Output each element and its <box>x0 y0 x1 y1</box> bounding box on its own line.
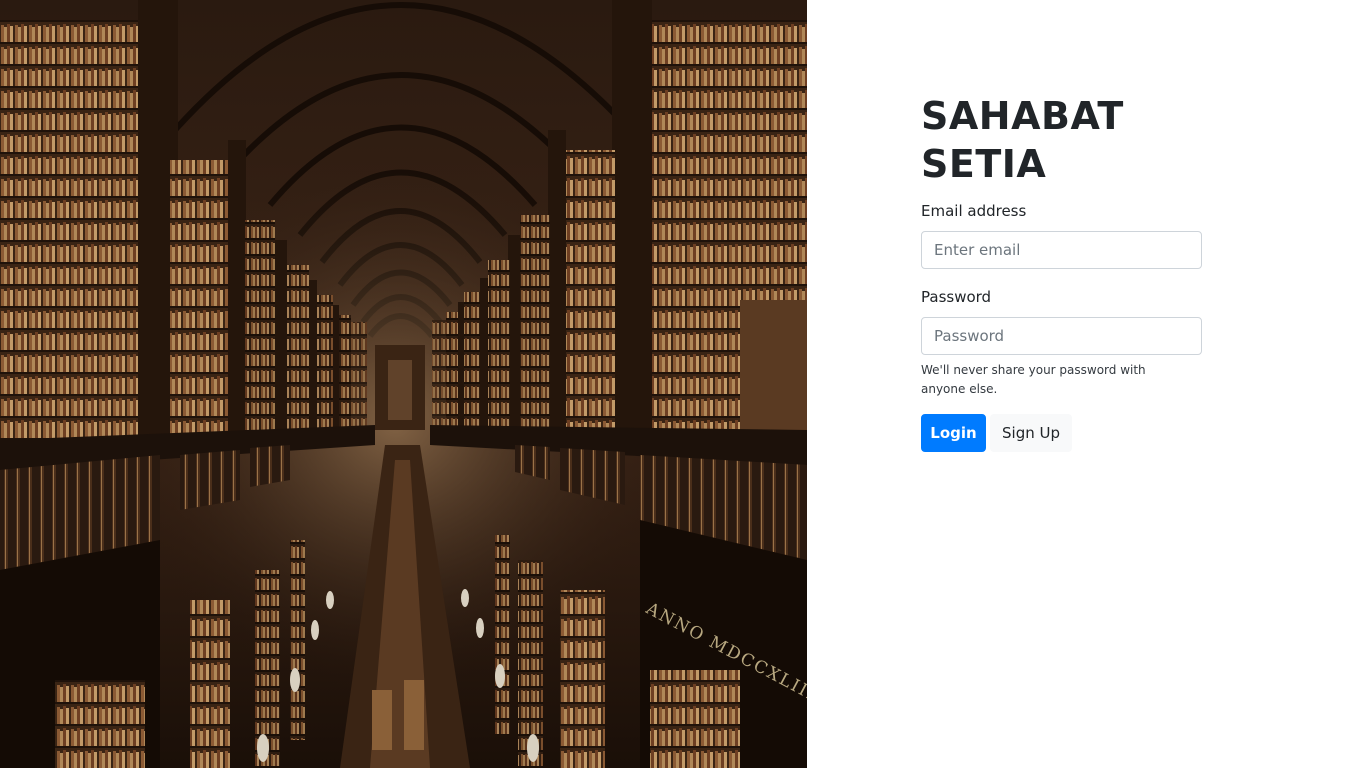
login-form: Email address Password We'll never share… <box>921 200 1202 452</box>
login-panel: SAHABAT SETIA Email address Password We'… <box>921 92 1202 452</box>
login-page: ANNO MDCCXLIII. SAHABAT SETIA Email addr… <box>0 0 1366 768</box>
password-label: Password <box>921 288 992 306</box>
brand-title-line2: SETIA <box>921 142 1047 186</box>
library-hero-image: ANNO MDCCXLIII. <box>0 0 807 768</box>
email-label: Email address <box>921 202 1027 220</box>
login-button[interactable]: Login <box>921 414 986 452</box>
form-actions: Login Sign Up <box>921 414 1202 452</box>
library-illustration: ANNO MDCCXLIII. <box>0 0 807 768</box>
email-input[interactable] <box>921 231 1202 269</box>
brand-title: SAHABAT SETIA <box>921 92 1202 188</box>
password-help-text: We'll never share your password with any… <box>921 363 1146 396</box>
password-input[interactable] <box>921 317 1202 355</box>
brand-title-line1: SAHABAT <box>921 94 1124 138</box>
signup-button[interactable]: Sign Up <box>990 414 1072 452</box>
